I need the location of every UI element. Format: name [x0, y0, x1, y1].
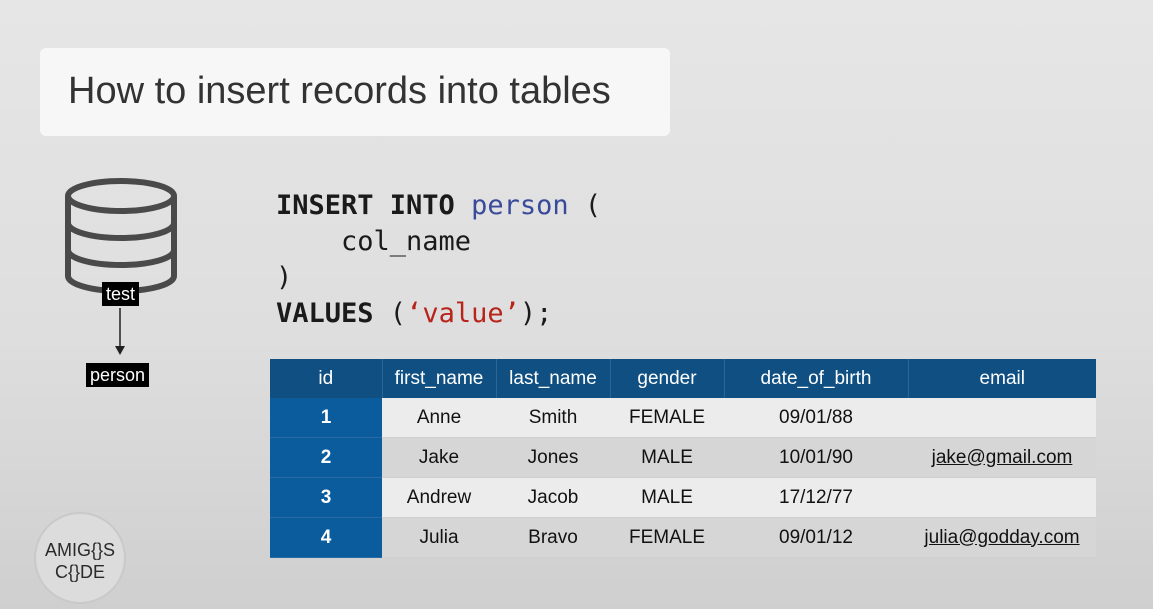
sql-paren: ): [276, 262, 293, 293]
date-of-birth-cell: 09/01/12: [724, 517, 908, 558]
first-name-cell: Julia: [382, 517, 496, 558]
sql-keyword: INSERT INTO: [276, 190, 455, 221]
sql-column-name: col_name: [276, 226, 472, 257]
email-cell: [908, 477, 1096, 518]
arrow-down-icon: [115, 308, 125, 355]
id-cell: 3: [270, 477, 382, 518]
column-header: first_name: [382, 359, 497, 398]
gender-cell: FEMALE: [610, 398, 724, 438]
id-cell: 2: [270, 437, 382, 478]
column-header: email: [908, 359, 1096, 398]
date-of-birth-cell: 09/01/88: [724, 398, 908, 438]
first-name-cell: Jake: [382, 437, 496, 478]
last-name-cell: Smith: [496, 398, 610, 438]
last-name-cell: Jones: [496, 437, 610, 478]
sql-paren: );: [519, 298, 553, 329]
database-name-label: test: [102, 282, 140, 306]
table-row: 3 Andrew Jacob MALE 17/12/77: [270, 477, 1096, 518]
table-row: 1 Anne Smith FEMALE 09/01/88: [270, 398, 1096, 438]
id-cell: 4: [270, 517, 382, 558]
gender-cell: MALE: [610, 477, 724, 518]
date-of-birth-cell: 17/12/77: [724, 477, 908, 518]
column-header: gender: [610, 359, 725, 398]
gender-cell: FEMALE: [610, 517, 724, 558]
database-icon: [65, 178, 177, 294]
last-name-cell: Jacob: [496, 477, 610, 518]
column-header: last_name: [496, 359, 611, 398]
date-of-birth-cell: 10/01/90: [724, 437, 908, 478]
amigoscode-logo: AMIG{}S C{}DE: [34, 512, 126, 604]
slide-title-card: How to insert records into tables: [40, 48, 670, 136]
slide-title: How to insert records into tables: [68, 70, 611, 112]
person-table: id first_name last_name gender date_of_b…: [270, 359, 1096, 558]
email-cell: [908, 398, 1096, 438]
logo-text-line2: C{}DE: [54, 562, 106, 582]
table-name-label: person: [86, 363, 150, 387]
logo-text-line1: AMIG{}S: [44, 540, 116, 560]
email-cell: jake@gmail.com: [908, 437, 1096, 478]
sql-code-block: INSERT INTO person ( col_name ) VALUES (…: [276, 188, 601, 332]
first-name-cell: Andrew: [382, 477, 496, 518]
first-name-cell: Anne: [382, 398, 496, 438]
sql-paren: (: [568, 190, 602, 221]
table-row: 2 Jake Jones MALE 10/01/90 jake@gmail.co…: [270, 437, 1096, 478]
column-header: id: [270, 359, 383, 398]
column-header: date_of_birth: [724, 359, 909, 398]
sql-table-identifier: person: [471, 190, 569, 221]
last-name-cell: Bravo: [496, 517, 610, 558]
gender-cell: MALE: [610, 437, 724, 478]
table-header-row: id first_name last_name gender date_of_b…: [270, 359, 1096, 398]
email-cell: julia@godday.com: [908, 517, 1096, 558]
sql-paren: (: [373, 298, 407, 329]
sql-keyword: VALUES: [276, 298, 374, 329]
sql-string-value: ‘value’: [406, 298, 520, 329]
table-row: 4 Julia Bravo FEMALE 09/01/12 julia@godd…: [270, 517, 1096, 558]
id-cell: 1: [270, 398, 382, 438]
